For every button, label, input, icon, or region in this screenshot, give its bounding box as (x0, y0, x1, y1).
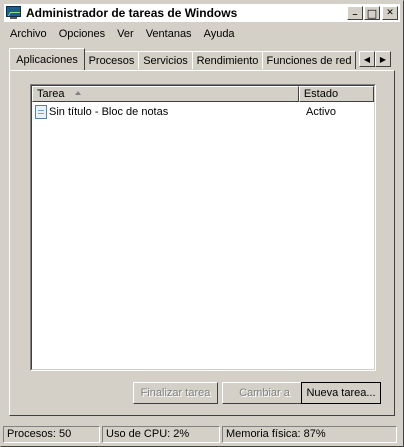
menu-ver[interactable]: Ver (111, 24, 140, 44)
tab-rendimiento[interactable]: Rendimiento (192, 51, 263, 69)
column-label-tarea: Tarea (37, 88, 65, 100)
close-button[interactable]: ✕ (382, 6, 398, 20)
task-manager-window: Administrador de tareas de Windows _ □ ✕… (0, 0, 404, 447)
menu-opciones[interactable]: Opciones (53, 24, 111, 44)
column-label-estado: Estado (303, 88, 339, 100)
column-header-estado[interactable]: Estado (298, 86, 374, 102)
new-task-button[interactable]: Nueva tarea... (301, 382, 381, 404)
status-processes: Procesos: 50 (3, 426, 100, 443)
task-list[interactable]: Tarea Estado Sin título - Bloc de notas … (30, 84, 376, 371)
minimize-button[interactable]: _ (347, 6, 363, 20)
notepad-icon (35, 105, 47, 119)
tab-aplicaciones[interactable]: Aplicaciones (9, 48, 85, 70)
tab-scroll-left-button[interactable]: ◀ (359, 51, 375, 67)
tab-strip: Aplicaciones Procesos Servicios Rendimie… (9, 48, 397, 70)
menu-bar: Archivo Opciones Ver Ventanas Ayuda (4, 24, 241, 44)
applications-panel: Tarea Estado Sin título - Bloc de notas … (9, 70, 395, 416)
end-task-button[interactable]: Finalizar tarea (133, 382, 218, 404)
switch-to-button[interactable]: Cambiar a (222, 382, 307, 404)
menu-archivo[interactable]: Archivo (4, 24, 53, 44)
title-bar[interactable]: Administrador de tareas de Windows _ □ ✕ (4, 4, 400, 22)
chevron-right-icon: ▶ (379, 54, 387, 64)
menu-ventanas[interactable]: Ventanas (140, 24, 198, 44)
task-row[interactable]: Sin título - Bloc de notas Activo (35, 104, 365, 120)
task-status: Activo (306, 106, 336, 118)
tab-scroll-right-button[interactable]: ▶ (375, 51, 391, 67)
chevron-left-icon: ◀ (363, 54, 371, 64)
status-cpu-usage: Uso de CPU: 2% (102, 426, 220, 443)
status-physical-memory: Memoria física: 87% (222, 426, 397, 443)
task-manager-icon (6, 6, 22, 20)
maximize-icon: □ (366, 6, 378, 20)
task-name: Sin título - Bloc de notas (49, 106, 169, 118)
tab-funciones-de-red[interactable]: Funciones de red (262, 51, 356, 69)
window-title: Administrador de tareas de Windows (26, 6, 238, 20)
column-header-tarea[interactable]: Tarea (32, 86, 299, 102)
maximize-button[interactable]: □ (364, 6, 380, 20)
task-list-header: Tarea Estado (32, 86, 374, 102)
close-icon: ✕ (386, 7, 394, 18)
tab-procesos[interactable]: Procesos (84, 51, 139, 69)
minimize-icon: _ (352, 5, 358, 16)
menu-ayuda[interactable]: Ayuda (198, 24, 241, 44)
sort-ascending-icon (75, 91, 81, 95)
status-bar: Procesos: 50 Uso de CPU: 2% Memoria físi… (3, 426, 403, 445)
tab-servicios[interactable]: Servicios (138, 51, 193, 69)
